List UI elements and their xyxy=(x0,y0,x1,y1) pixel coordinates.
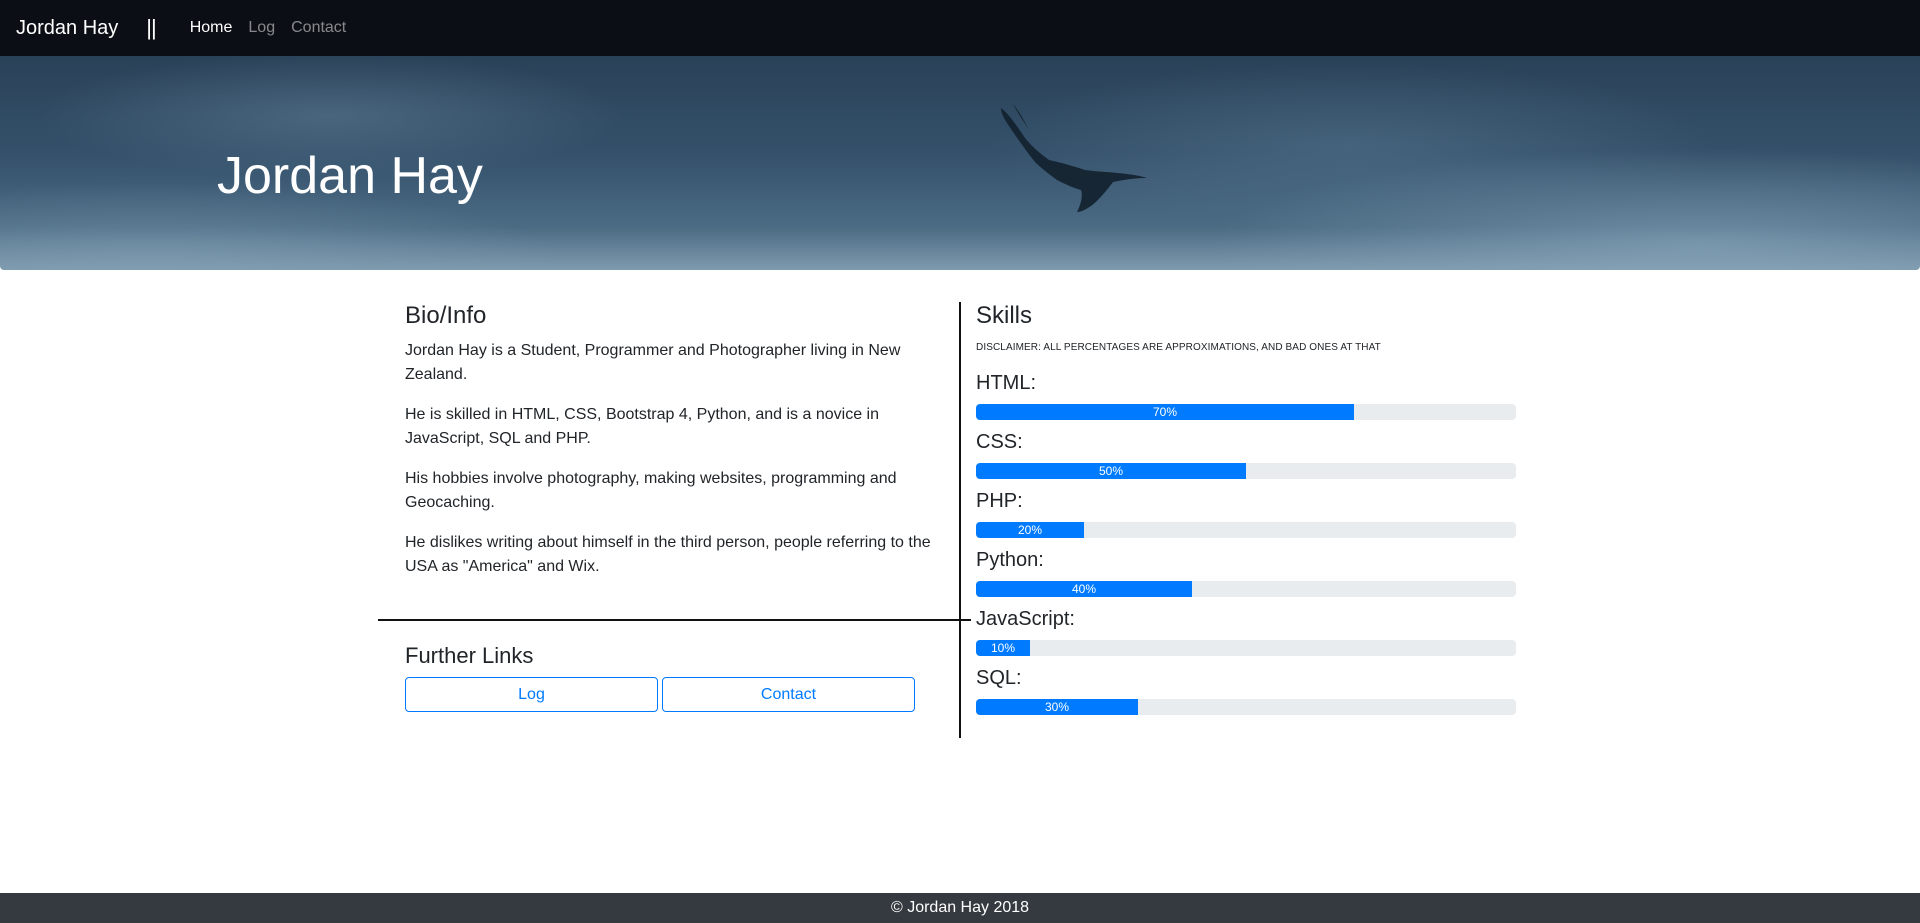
nav-links: Home Log Contact xyxy=(190,19,363,37)
skills-section: Skills DISCLAIMER: ALL PERCENTAGES ARE A… xyxy=(976,302,1516,725)
progress-fill: 40% xyxy=(976,581,1192,597)
further-links-heading: Further Links xyxy=(405,643,534,668)
navbar-brand[interactable]: Jordan Hay xyxy=(16,17,118,40)
contact-button[interactable]: Contact xyxy=(662,677,915,712)
bio-heading: Bio/Info xyxy=(405,302,487,329)
footer: © Jordan Hay 2018 xyxy=(0,893,1920,923)
skill-label: Python: xyxy=(976,549,1044,571)
skill-javascript: JavaScript: 10% xyxy=(976,607,1516,656)
hero-banner: Jordan Hay xyxy=(0,56,1920,270)
progress-bar: 10% xyxy=(976,640,1516,656)
bio-section: Bio/Info Jordan Hay is a Student, Progra… xyxy=(405,302,935,595)
progress-bar: 40% xyxy=(976,581,1516,597)
navbar-separator: || xyxy=(146,15,156,40)
skill-label: SQL: xyxy=(976,667,1022,689)
skills-disclaimer: DISCLAIMER: ALL PERCENTAGES ARE APPROXIM… xyxy=(976,342,1381,353)
footer-text: © Jordan Hay 2018 xyxy=(890,899,1030,916)
skill-css: CSS: 50% xyxy=(976,430,1516,479)
skills-heading: Skills xyxy=(976,302,1033,329)
skill-label: CSS: xyxy=(976,431,1023,453)
skill-php: PHP: 20% xyxy=(976,489,1516,538)
hero-title: Jordan Hay xyxy=(217,147,483,205)
progress-fill: 30% xyxy=(976,699,1138,715)
bird-silhouette xyxy=(1001,104,1147,212)
progress-fill: 10% xyxy=(976,640,1030,656)
bio-paragraph: Jordan Hay is a Student, Programmer and … xyxy=(405,342,901,383)
nav-link-contact[interactable]: Contact xyxy=(291,19,346,37)
progress-fill: 70% xyxy=(976,404,1354,420)
column-divider xyxy=(959,302,961,738)
bio-paragraph: His hobbies involve photography, making … xyxy=(405,470,897,511)
skill-label: JavaScript: xyxy=(976,608,1075,630)
skill-label: HTML: xyxy=(976,372,1036,394)
skill-sql: SQL: 30% xyxy=(976,666,1516,715)
skill-html: HTML: 70% xyxy=(976,371,1516,420)
log-button[interactable]: Log xyxy=(405,677,658,712)
nav-link-home[interactable]: Home xyxy=(190,19,233,37)
bio-paragraph: He is skilled in HTML, CSS, Bootstrap 4,… xyxy=(405,406,879,447)
progress-fill: 20% xyxy=(976,522,1084,538)
progress-bar: 50% xyxy=(976,463,1516,479)
section-divider xyxy=(378,619,971,621)
bio-paragraph: He dislikes writing about himself in the… xyxy=(405,534,931,575)
navbar: Jordan Hay || Home Log Contact xyxy=(0,0,1920,56)
skill-python: Python: 40% xyxy=(976,548,1516,597)
progress-bar: 30% xyxy=(976,699,1516,715)
nav-link-log[interactable]: Log xyxy=(248,19,275,37)
further-links-buttons: Log Contact xyxy=(405,677,919,712)
progress-bar: 70% xyxy=(976,404,1516,420)
progress-bar: 20% xyxy=(976,522,1516,538)
progress-fill: 50% xyxy=(976,463,1246,479)
skill-label: PHP: xyxy=(976,490,1023,512)
